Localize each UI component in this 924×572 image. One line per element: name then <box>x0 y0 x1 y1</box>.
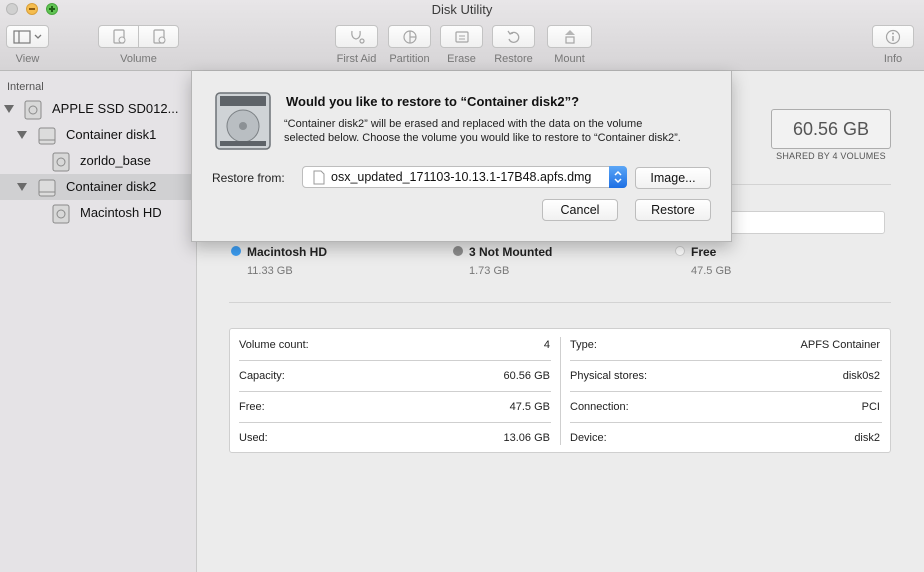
info-table: Volume count: 4 Capacity: 60.56 GB Free:… <box>229 328 891 453</box>
legend-size: 11.33 GB <box>247 265 293 277</box>
sidebar-item-label: zorldo_base <box>80 153 151 168</box>
stethoscope-icon <box>350 30 365 44</box>
legend-size: 1.73 GB <box>469 265 510 277</box>
view-button[interactable] <box>6 25 49 48</box>
sidebar-item-label: Container disk1 <box>66 127 157 142</box>
container-icon <box>38 179 56 197</box>
volume-label: Volume <box>120 53 157 65</box>
sidebar-item-container-disk1[interactable]: Container disk1 <box>0 122 196 148</box>
info-button[interactable] <box>872 25 914 48</box>
volume-icon <box>52 152 70 172</box>
first-aid-button[interactable] <box>335 25 378 48</box>
first-aid-label: First Aid <box>336 53 377 65</box>
info-label: Capacity: <box>239 370 285 382</box>
info-label: Free: <box>239 401 265 413</box>
sidebar-section-internal: Internal <box>7 81 44 93</box>
selected-image-name: osx_updated_171103-10.13.1-17B48.apfs.dm… <box>331 170 592 184</box>
info-value: 13.06 GB <box>503 432 550 444</box>
legend-size: 47.5 GB <box>691 265 732 277</box>
info-value: disk0s2 <box>842 370 880 382</box>
remove-volume-button[interactable] <box>138 25 179 48</box>
add-volume-icon <box>112 28 125 44</box>
sidebar-item-label: APPLE SSD SD012... <box>52 101 179 116</box>
erase-icon <box>454 30 469 43</box>
shared-volumes-note: SHARED BY 4 VOLUMES <box>776 151 886 161</box>
dialog-message: “Container disk2” will be erased and rep… <box>284 118 681 144</box>
volume-icon <box>52 204 70 224</box>
remove-volume-icon <box>152 28 165 44</box>
dialog-title: Would you like to restore to “Container … <box>286 94 580 109</box>
info-label: Device: <box>570 432 607 444</box>
legend-name: Macintosh HD <box>247 245 328 259</box>
sidebar-item-macintosh-hd[interactable]: Macintosh HD <box>0 200 196 226</box>
legend-name: Free <box>691 245 717 259</box>
info-value: 4 <box>543 339 550 351</box>
sidebar-item-label: Container disk2 <box>66 179 157 194</box>
popup-arrows-icon[interactable] <box>609 166 627 188</box>
capacity-value: 60.56 GB <box>771 109 891 149</box>
window-title: Disk Utility <box>431 2 493 17</box>
info-label: Connection: <box>570 401 629 413</box>
info-value: APFS Container <box>800 339 880 351</box>
mount-icon <box>564 29 575 44</box>
partition-icon <box>402 29 417 44</box>
restore-toolbar-button[interactable] <box>492 25 535 48</box>
mount-label: Mount <box>554 53 585 65</box>
disclosure-triangle-icon[interactable] <box>17 183 27 191</box>
info-label: Info <box>883 53 903 65</box>
document-icon <box>313 170 325 185</box>
restore-label: Restore <box>494 53 533 65</box>
info-label: Type: <box>570 339 597 351</box>
info-label: Used: <box>239 432 268 444</box>
partition-label: Partition <box>389 53 430 65</box>
erase-button[interactable] <box>440 25 483 48</box>
disclosure-triangle-icon[interactable] <box>17 131 27 139</box>
usage-bar <box>710 211 885 234</box>
erase-label: Erase <box>447 53 476 65</box>
hard-disk-icon <box>24 100 42 120</box>
restore-arrow-icon <box>506 30 519 43</box>
legend-name: 3 Not Mounted <box>469 245 553 259</box>
info-label: Physical stores: <box>570 370 648 382</box>
mount-button[interactable] <box>547 25 592 48</box>
partition-button[interactable] <box>388 25 431 48</box>
sidebar-item-label: Macintosh HD <box>80 205 162 220</box>
legend-swatch-macintosh-hd <box>231 246 241 256</box>
legend-swatch-free <box>675 246 685 256</box>
sidebar-toggle-icon <box>12 29 41 44</box>
sidebar-item-container-disk2[interactable]: Container disk2 <box>0 174 196 200</box>
view-label: View <box>15 53 40 65</box>
cancel-button[interactable]: Cancel <box>542 199 618 221</box>
restore-dialog: Would you like to restore to “Container … <box>191 71 732 242</box>
info-icon <box>885 29 901 44</box>
info-label: Volume count: <box>239 339 309 351</box>
image-button[interactable]: Image... <box>635 167 711 189</box>
restore-from-label: Restore from: <box>212 171 285 185</box>
info-value: 47.5 GB <box>509 401 550 413</box>
sidebar: Internal APPLE SSD SD012... Container di… <box>0 71 197 572</box>
sidebar-item-apple-ssd[interactable]: APPLE SSD SD012... <box>0 96 196 122</box>
restore-button[interactable]: Restore <box>635 199 711 221</box>
divider <box>229 302 891 303</box>
restore-source-popup[interactable]: osx_updated_171103-10.13.1-17B48.apfs.dm… <box>302 166 627 188</box>
sidebar-item-zorldo-base[interactable]: zorldo_base <box>0 148 196 174</box>
add-volume-button[interactable] <box>98 25 139 48</box>
container-icon <box>38 127 56 145</box>
info-value: disk2 <box>854 432 880 444</box>
info-value: PCI <box>861 401 880 413</box>
legend-swatch-not-mounted <box>453 246 463 256</box>
window-toolbar: Disk Utility View Volume First Aid Parti… <box>0 0 924 71</box>
info-value: 60.56 GB <box>503 370 550 382</box>
disclosure-triangle-icon[interactable] <box>4 105 14 113</box>
hard-drive-icon <box>215 92 271 150</box>
